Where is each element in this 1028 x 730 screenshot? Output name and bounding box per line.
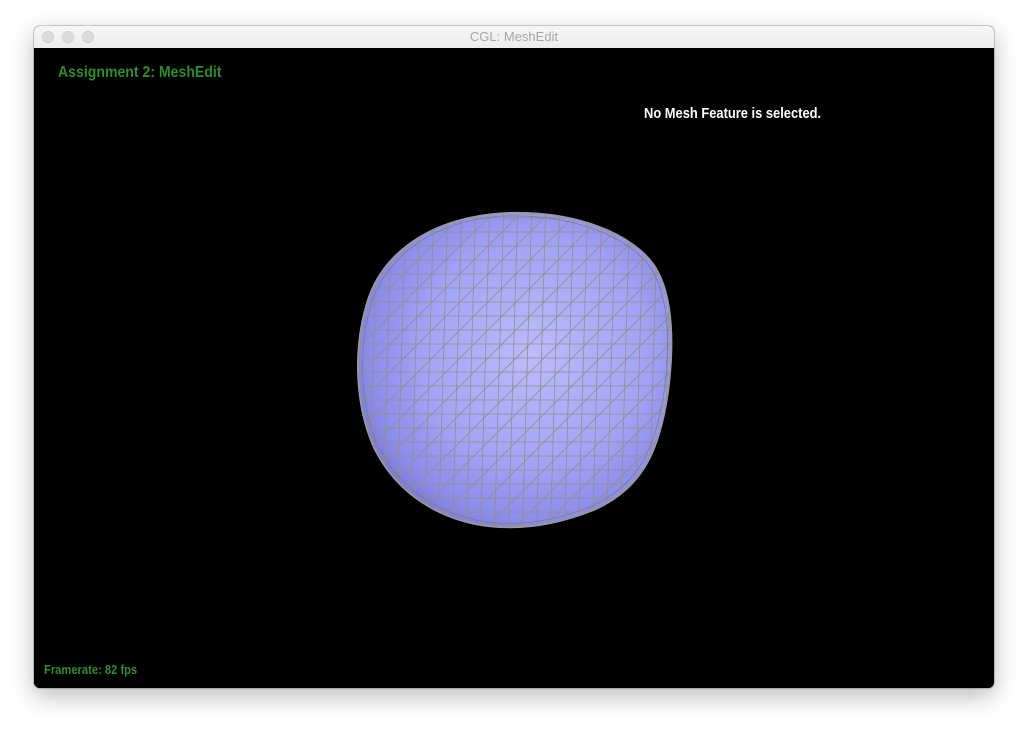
title-bar[interactable]: CGL: MeshEdit — [34, 26, 994, 49]
mesh-render[interactable] — [34, 48, 994, 688]
render-viewport[interactable]: Assignment 2: MeshEdit No Mesh Feature i… — [34, 48, 994, 688]
framerate-value: 82 fps — [104, 662, 138, 677]
app-window: CGL: MeshEdit Assignment 2: MeshEdit No … — [34, 26, 994, 688]
framerate-readout: Framerate: 82 fps — [44, 662, 137, 677]
framerate-label: Framerate: — [44, 662, 102, 677]
window-title: CGL: MeshEdit — [469, 29, 559, 44]
